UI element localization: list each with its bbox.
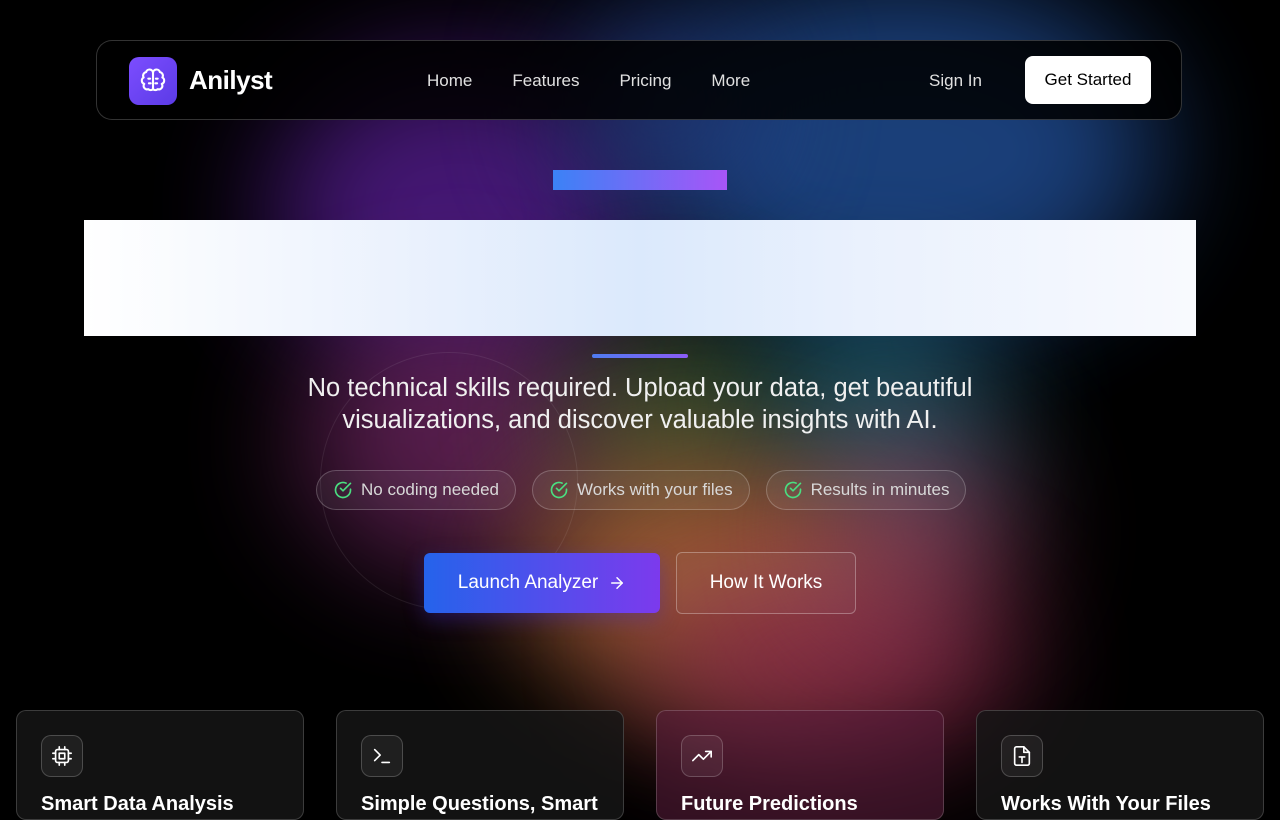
brain-icon	[140, 68, 166, 92]
terminal-icon	[373, 748, 391, 764]
card-icon-wrapper	[1001, 735, 1043, 777]
hero-subtitle: No technical skills required. Upload you…	[307, 374, 973, 434]
feature-card-simple-questions[interactable]: Simple Questions, Smart	[336, 710, 624, 820]
card-title: Simple Questions, Smart	[361, 793, 598, 815]
hero-headline-band	[84, 220, 1196, 336]
hero-divider	[592, 354, 688, 358]
card-title: Smart Data Analysis	[41, 793, 234, 815]
badge-results-in-minutes: Results in minutes	[765, 470, 967, 510]
launch-analyzer-button[interactable]: Launch Analyzer	[424, 553, 660, 613]
check-circle-icon	[334, 481, 352, 499]
check-circle-icon	[784, 481, 801, 499]
badge-label: No coding needed	[361, 480, 500, 499]
nav-link-more[interactable]: More	[711, 71, 750, 91]
badge-works-with-files: Works with your files	[532, 470, 750, 510]
nav-link-home[interactable]: Home	[427, 71, 472, 91]
file-text-icon	[1013, 746, 1031, 766]
card-icon-wrapper	[681, 735, 723, 777]
nav-link-pricing[interactable]: Pricing	[619, 71, 671, 91]
how-it-works-button[interactable]: How It Works	[676, 552, 856, 614]
feature-card-works-with-files[interactable]: Works With Your Files	[976, 710, 1264, 820]
badge-no-coding: No coding needed	[316, 470, 517, 510]
brand-name[interactable]: Anilyst	[189, 65, 273, 96]
feature-card-future-predictions[interactable]: Future Predictions	[656, 710, 944, 820]
arrow-right-icon	[611, 577, 624, 589]
launch-analyzer-label: Launch Analyzer	[457, 572, 599, 593]
logo[interactable]	[129, 57, 177, 105]
badge-label: Works with your files	[577, 480, 733, 499]
cpu-icon	[52, 746, 72, 766]
feature-badges: No coding needed Works with your files R…	[316, 470, 967, 510]
card-icon-wrapper	[41, 735, 83, 777]
hero-title-placeholder	[553, 170, 727, 190]
badge-label: Results in minutes	[810, 480, 950, 499]
get-started-button[interactable]: Get Started	[1025, 56, 1151, 104]
card-title: Future Predictions	[681, 793, 858, 815]
nav-link-features[interactable]: Features	[512, 71, 579, 91]
card-title: Works With Your Files	[1001, 793, 1211, 815]
navbar: Anilyst Home Features Pricing More Sign …	[96, 40, 1182, 120]
sign-in-link[interactable]: Sign In	[929, 71, 982, 91]
card-icon-wrapper	[361, 735, 403, 777]
check-circle-icon	[550, 481, 568, 499]
nav-links: Home Features Pricing More	[427, 71, 750, 91]
feature-card-smart-data-analysis[interactable]: Smart Data Analysis	[16, 710, 304, 820]
trending-up-icon	[692, 750, 712, 762]
